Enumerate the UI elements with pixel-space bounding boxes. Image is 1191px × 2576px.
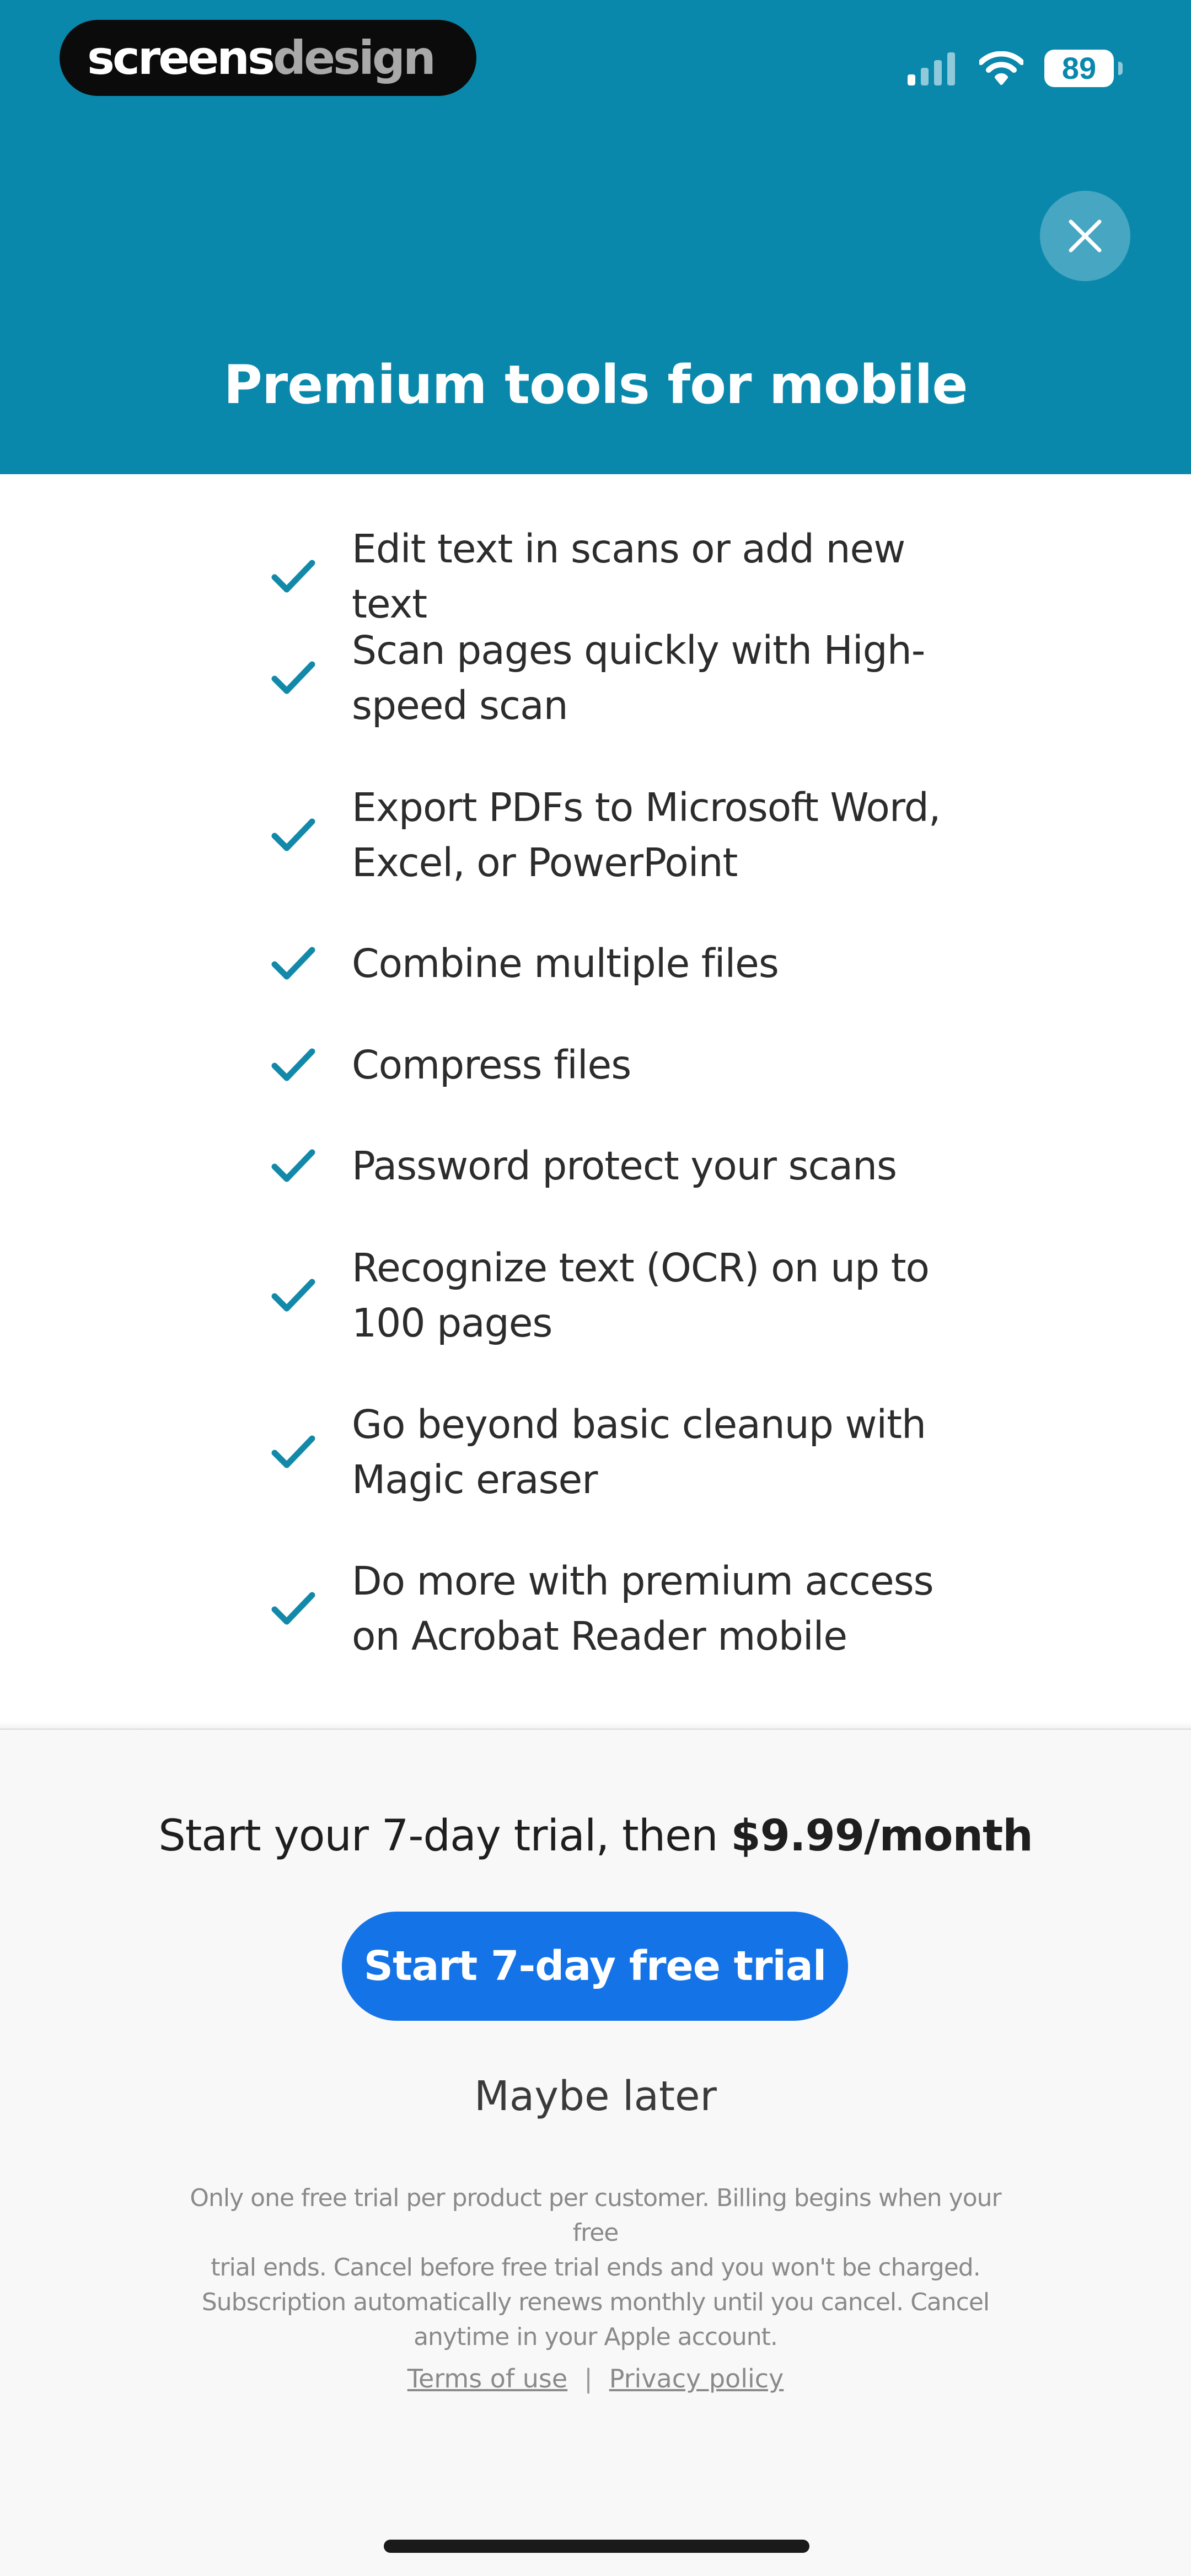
feature-item: Scan pages quickly with High-speed scan bbox=[270, 623, 987, 733]
brand-logo: screensdesign bbox=[60, 20, 476, 96]
feature-list: Edit text in scans or add new text Scan … bbox=[0, 474, 1191, 1729]
checkmark-icon bbox=[271, 661, 315, 694]
start-trial-label: Start 7-day free trial bbox=[363, 1942, 827, 1990]
feature-text: Scan pages quickly with High-speed scan bbox=[352, 627, 925, 728]
header: screensdesign 89 Premium tools for mobil… bbox=[0, 0, 1191, 474]
cellular-signal-icon bbox=[908, 51, 955, 85]
close-icon bbox=[1069, 219, 1102, 253]
checkmark-icon bbox=[271, 1149, 315, 1182]
page-title: Premium tools for mobile bbox=[223, 354, 968, 416]
feature-text: Recognize text (OCR) on up to 100 pages bbox=[352, 1245, 930, 1346]
start-trial-button[interactable]: Start 7-day free trial bbox=[342, 1912, 848, 2021]
battery-icon: 89 bbox=[1044, 50, 1123, 87]
checkmark-icon bbox=[271, 818, 315, 851]
checkmark-icon bbox=[271, 1279, 315, 1312]
brand-wordmark-part2: design bbox=[272, 31, 436, 85]
offer-prefix: Start your 7-day trial, then bbox=[158, 1811, 731, 1861]
feature-item: Compress files bbox=[270, 1038, 987, 1093]
checkmark-icon bbox=[271, 1435, 315, 1468]
feature-item: Export PDFs to Microsoft Word, Excel, or … bbox=[270, 780, 987, 890]
feature-item: Combine multiple files bbox=[270, 936, 987, 991]
brand-wordmark: screensdesign bbox=[87, 35, 436, 81]
offer-text: Start your 7-day trial, then $9.99/month bbox=[0, 1815, 1191, 1858]
checkmark-icon bbox=[271, 947, 315, 980]
legal-links: Terms of use | Privacy policy bbox=[0, 2364, 1191, 2393]
home-indicator[interactable] bbox=[384, 2540, 809, 2553]
close-button[interactable] bbox=[1040, 191, 1130, 281]
feature-item: Edit text in scans or add new text bbox=[270, 522, 987, 632]
purchase-panel: Start your 7-day trial, then $9.99/month… bbox=[0, 1721, 1191, 2576]
battery-level: 89 bbox=[1061, 51, 1097, 85]
feature-text: Password protect your scans bbox=[352, 1143, 897, 1189]
brand-wordmark-part1: screens bbox=[87, 31, 275, 85]
wifi-icon bbox=[979, 51, 1023, 85]
feature-text: Compress files bbox=[352, 1042, 631, 1088]
feature-item: Go beyond basic cleanup with Magic eraser bbox=[270, 1397, 987, 1507]
checkmark-icon bbox=[271, 560, 315, 593]
privacy-policy-link[interactable]: Privacy policy bbox=[609, 2364, 784, 2393]
feature-text: Combine multiple files bbox=[352, 941, 779, 986]
checkmark-icon bbox=[271, 1048, 315, 1081]
billing-disclaimer: Only one free trial per product per cust… bbox=[190, 2184, 1001, 2351]
feature-text: Do more with premium access on Acrobat Re… bbox=[352, 1558, 934, 1659]
terms-of-use-link[interactable]: Terms of use bbox=[407, 2364, 567, 2393]
checkmark-icon bbox=[271, 1592, 315, 1625]
feature-item: Password protect your scans bbox=[270, 1139, 987, 1194]
status-bar: 89 bbox=[908, 46, 1123, 90]
maybe-later-button[interactable]: Maybe later bbox=[0, 2076, 1191, 2117]
feature-text: Export PDFs to Microsoft Word, Excel, or … bbox=[352, 785, 941, 886]
feature-item: Recognize text (OCR) on up to 100 pages bbox=[270, 1241, 987, 1351]
feature-text: Edit text in scans or add new text bbox=[352, 526, 905, 627]
offer-price: $9.99/month bbox=[731, 1811, 1033, 1861]
feature-item: Do more with premium access on Acrobat Re… bbox=[270, 1554, 987, 1664]
link-separator: | bbox=[584, 2364, 593, 2393]
feature-text: Go beyond basic cleanup with Magic eraser bbox=[352, 1402, 926, 1502]
